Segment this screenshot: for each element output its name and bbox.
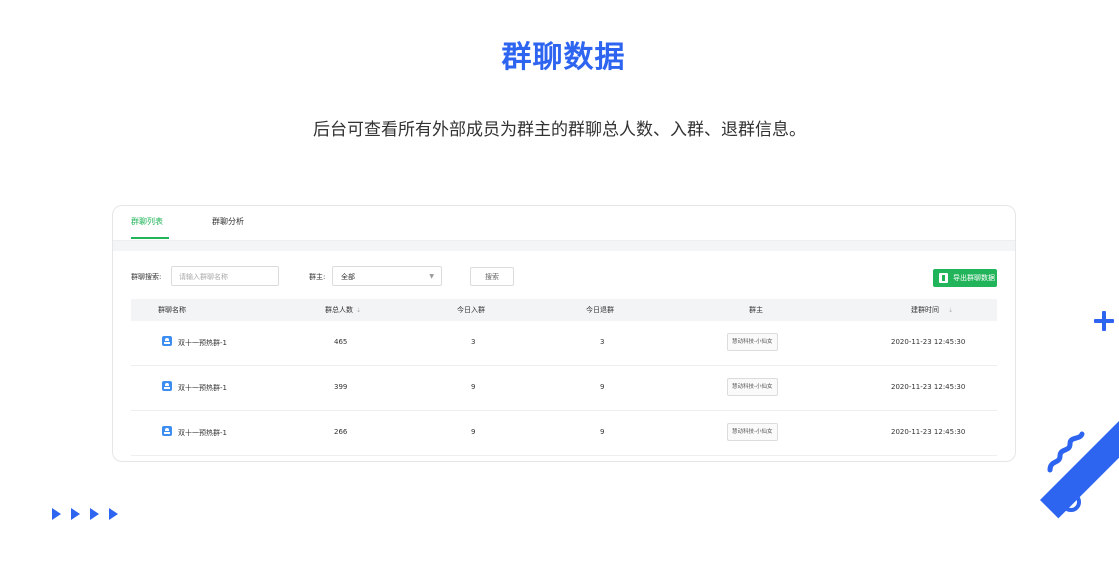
col-header-total-label: 群总人数: [325, 306, 353, 314]
play-arrow-icon: [109, 508, 118, 520]
owner-tag: 慧动科技-小仙女: [727, 333, 778, 351]
decor-arrows: [52, 505, 128, 524]
owner-label: 群主:: [309, 273, 326, 281]
group-joined: 9: [471, 428, 476, 436]
active-tab-indicator: [131, 237, 169, 239]
tab-group-list[interactable]: 群聊列表: [131, 216, 163, 227]
play-arrow-icon: [52, 508, 61, 520]
table-row[interactable]: 双十一预热群-1 266 9 9 慧动科技-小仙女 2020-11-23 12:…: [131, 411, 997, 456]
export-button-label: 导出群聊数据: [953, 274, 995, 282]
col-header-left: 今日退群: [586, 306, 614, 314]
table-row[interactable]: 双十一预热群-1 465 3 3 慧动科技-小仙女 2020-11-23 12:…: [131, 321, 997, 366]
table-row[interactable]: 双十一预热群-1 399 9 9 慧动科技-小仙女 2020-11-23 12:…: [131, 366, 997, 411]
owner-select[interactable]: 全部 ▼: [332, 266, 442, 286]
group-left: 9: [600, 428, 605, 436]
group-total: 399: [334, 383, 348, 391]
tab-group-analysis[interactable]: 群聊分析: [212, 216, 244, 227]
group-joined: 3: [471, 338, 476, 346]
group-left: 3: [600, 338, 605, 346]
sort-arrow-icon: ⇣: [356, 307, 362, 314]
group-name: 双十一预热群-1: [178, 384, 227, 392]
col-header-owner: 群主: [749, 306, 763, 314]
owner-tag: 慧动科技-小仙女: [727, 423, 778, 441]
group-search-input[interactable]: 请输入群聊名称: [171, 266, 279, 286]
table-header: 群聊名称 群总人数 ⇣ 今日入群 今日退群 群主 建群时间 ⇣: [131, 299, 997, 321]
group-chat-icon: [162, 381, 172, 391]
group-total: 465: [334, 338, 348, 346]
owner-select-value: 全部: [341, 273, 355, 281]
group-total: 266: [334, 428, 348, 436]
group-joined: 9: [471, 383, 476, 391]
sort-arrow-icon: ⇣: [948, 307, 954, 314]
col-header-created-label: 建群时间: [911, 306, 939, 314]
col-header-total[interactable]: 群总人数 ⇣: [325, 299, 361, 322]
divider-band: [113, 241, 1015, 251]
export-button[interactable]: 导出群聊数据: [933, 269, 997, 287]
group-left: 9: [600, 383, 605, 391]
group-chat-icon: [162, 336, 172, 346]
owner-tag: 慧动科技-小仙女: [727, 378, 778, 396]
page-title: 群聊数据: [501, 40, 626, 75]
page-subtitle: 后台可查看所有外部成员为群主的群聊总人数、入群、退群信息。: [313, 120, 806, 140]
col-header-created[interactable]: 建群时间 ⇣: [911, 299, 953, 322]
search-button[interactable]: 搜索: [470, 267, 514, 286]
play-arrow-icon: [90, 508, 99, 520]
group-created: 2020-11-23 12:45:30: [891, 338, 966, 346]
col-header-name: 群聊名称: [158, 306, 186, 314]
group-created: 2020-11-23 12:45:30: [891, 383, 966, 391]
group-name: 双十一预热群-1: [178, 429, 227, 437]
group-table: 群聊名称 群总人数 ⇣ 今日入群 今日退群 群主 建群时间 ⇣ 双十一预热群-1 4…: [131, 299, 997, 456]
col-header-joined: 今日入群: [457, 306, 485, 314]
group-created: 2020-11-23 12:45:30: [891, 428, 966, 436]
data-panel: 群聊列表 群聊分析 群聊搜索: 请输入群聊名称 群主: 全部 ▼ 搜索 导出群聊…: [112, 205, 1016, 462]
search-label: 群聊搜索:: [131, 273, 162, 281]
chevron-down-icon: ▼: [429, 273, 434, 280]
tab-bar: 群聊列表 群聊分析: [113, 206, 1015, 241]
export-file-icon: [939, 273, 948, 283]
play-arrow-icon: [71, 508, 80, 520]
group-name: 双十一预热群-1: [178, 339, 227, 347]
plus-icon: [1094, 311, 1114, 331]
group-chat-icon: [162, 426, 172, 436]
